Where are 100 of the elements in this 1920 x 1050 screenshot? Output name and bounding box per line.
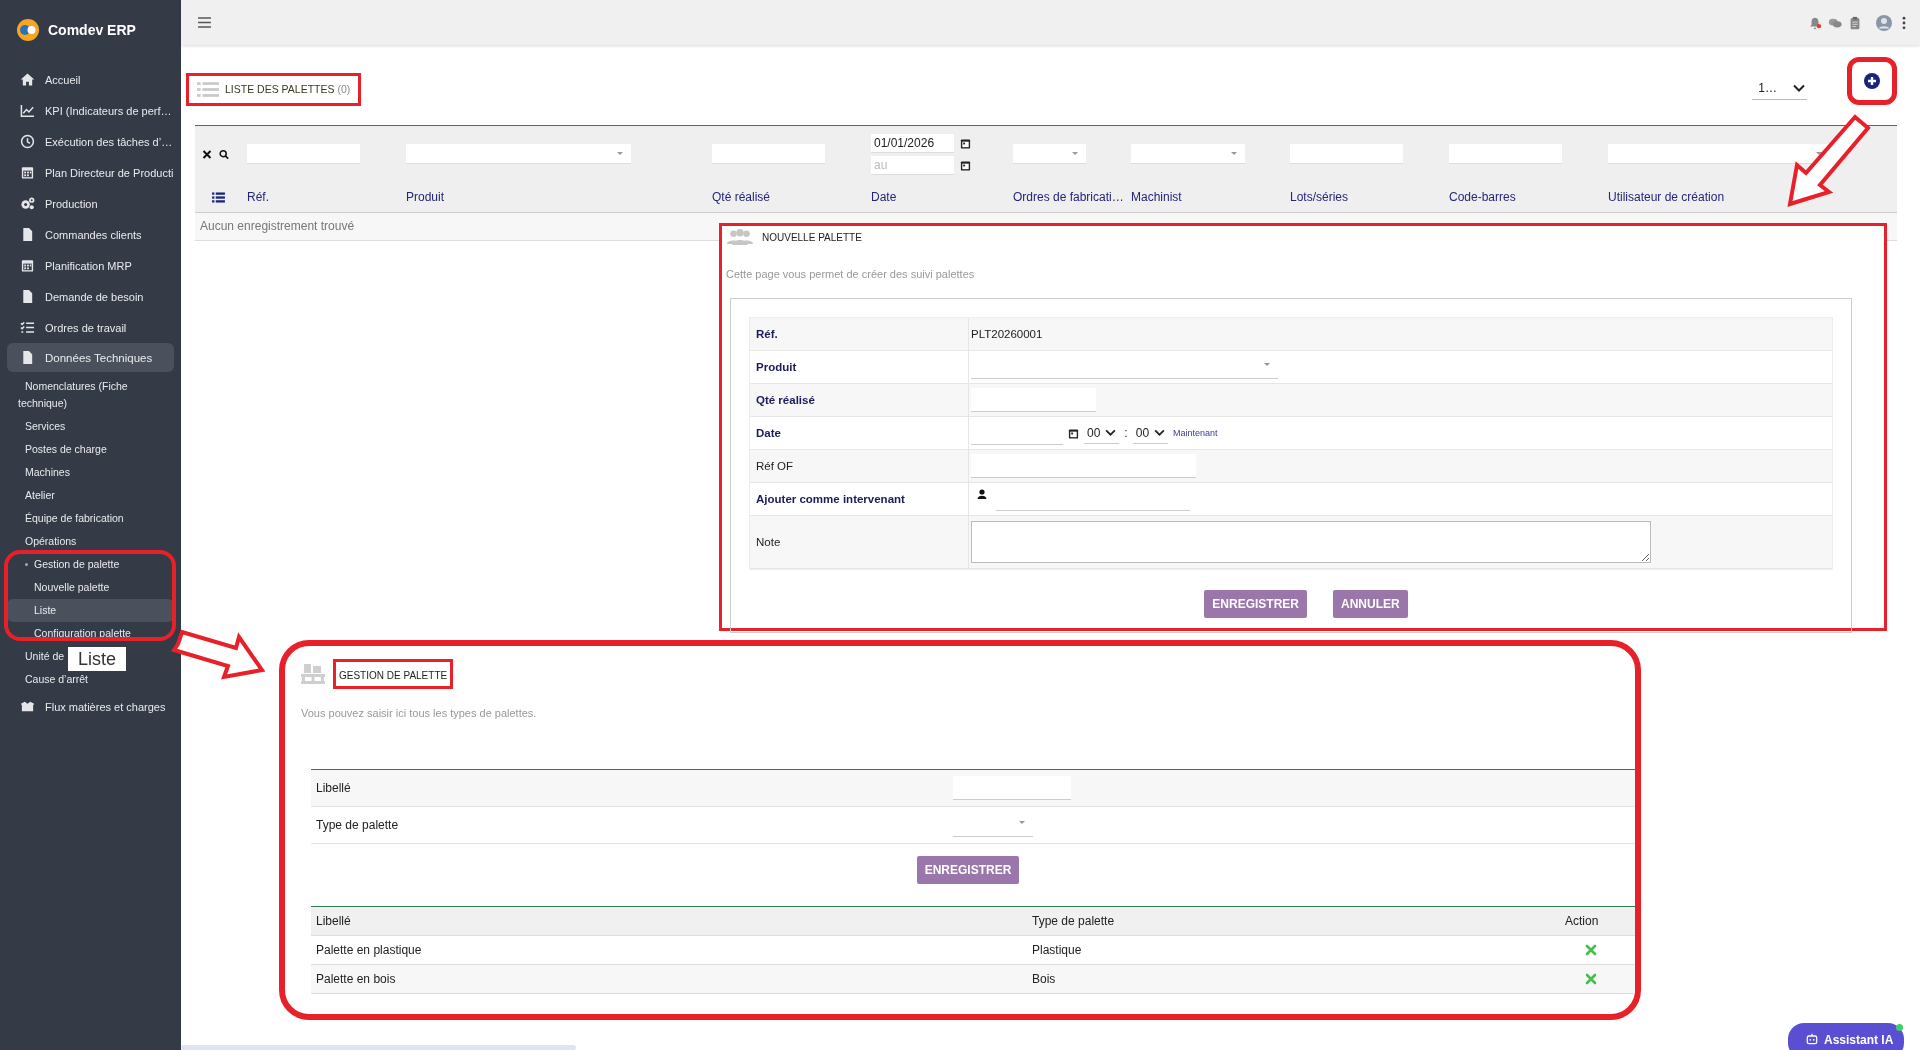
sidebar-item[interactable]: Postes de charge	[0, 438, 107, 461]
sidebar-item[interactable]: Demande de besoin	[0, 281, 174, 312]
sidebar-item[interactable]: Production	[0, 188, 174, 219]
filter-field[interactable]	[247, 144, 360, 164]
hour-select[interactable]: 00	[1084, 422, 1120, 444]
chevron-icon	[1154, 429, 1166, 436]
more-icon[interactable]	[1902, 15, 1906, 30]
calendar-icon[interactable]	[960, 137, 971, 149]
filter-field[interactable]	[1290, 144, 1403, 164]
field-label: Ajouter comme intervenant	[750, 483, 969, 516]
document-icon	[20, 350, 35, 365]
sidebar-item[interactable]: Accueil	[0, 64, 174, 95]
panel-title: GESTION DE PALETTE	[339, 670, 448, 681]
filter-field[interactable]	[712, 144, 825, 164]
note-field[interactable]	[971, 521, 1651, 563]
column-header[interactable]: Code-barres	[1449, 190, 1608, 204]
input-field[interactable]	[953, 776, 1071, 800]
field-label: Type de palette	[316, 818, 400, 832]
calendar-icon[interactable]	[1068, 427, 1079, 439]
column-header[interactable]: Ordres de fabricati…	[1013, 190, 1131, 204]
save-button[interactable]: ENREGISTRER	[916, 856, 1020, 884]
date-from-field[interactable]: 01/01/2026	[871, 133, 954, 153]
field-label: Réf OF	[750, 450, 969, 483]
document-icon	[20, 227, 35, 242]
minute-select[interactable]: 00	[1132, 422, 1169, 444]
date-to-field[interactable]: au	[871, 155, 954, 175]
field-label: Note	[750, 516, 969, 569]
list-icon	[197, 80, 219, 98]
users-icon	[726, 229, 754, 246]
sidebar-item[interactable]: Services	[0, 415, 66, 438]
app-name: Comdev ERP	[48, 22, 136, 38]
clear-icon[interactable]	[202, 148, 212, 160]
column-header[interactable]: Réf.	[247, 190, 406, 204]
field-label: Date	[750, 417, 969, 450]
sidebar-item[interactable]: Planification MRP	[0, 250, 174, 281]
sidebar-item[interactable]: Données Techniques	[7, 343, 174, 372]
column-header[interactable]: Machinist	[1131, 190, 1290, 204]
calendar-icon	[20, 165, 35, 180]
column-header[interactable]: Produit	[406, 190, 712, 204]
field-label: Qté réalisé	[750, 384, 969, 417]
clipboard-icon[interactable]	[1848, 15, 1862, 30]
search-icon[interactable]	[219, 148, 229, 160]
table-cell-text: Bois	[1032, 972, 1057, 986]
page-size-select[interactable]: 1…	[1752, 78, 1807, 100]
sidebar-item[interactable]: Plan Directeur de Producti	[0, 157, 174, 188]
column-header: Action	[1565, 914, 1600, 928]
input-field[interactable]	[971, 454, 1196, 478]
filter-field[interactable]	[1449, 144, 1562, 164]
input-field[interactable]	[971, 388, 1096, 412]
sidebar-item[interactable]: Liste	[7, 599, 174, 622]
logo-icon	[16, 18, 40, 42]
sidebar-item[interactable]: Opérations	[0, 530, 77, 553]
time-separator: :	[1124, 426, 1128, 440]
sidebar-item[interactable]: Nouvelle palette	[0, 576, 110, 599]
sidebar-item[interactable]: KPI (Indicateurs de perf…	[0, 95, 174, 126]
sidebar-item[interactable]: Machines	[0, 461, 70, 484]
save-button[interactable]: ENREGISTRER	[1204, 590, 1307, 618]
chevron-icon	[1105, 429, 1117, 436]
bell-icon[interactable]	[1808, 15, 1822, 30]
sidebar-item[interactable]: Exécution des tâches d’…	[0, 126, 174, 157]
calendar-icon[interactable]	[960, 159, 971, 171]
sidebar-item[interactable]: Ordres de travail	[0, 312, 174, 343]
tooltip: Liste	[68, 647, 126, 671]
calendar-icon	[20, 258, 35, 273]
chevron-icon	[1793, 83, 1805, 92]
now-link[interactable]: Maintenant	[1173, 428, 1218, 438]
sidebar-item[interactable]: Cause d’arrêt	[0, 668, 89, 691]
column-list-icon[interactable]	[212, 191, 225, 203]
column-header[interactable]: Lots/séries	[1290, 190, 1449, 204]
assistant-button[interactable]: Assistant IA	[1788, 1023, 1904, 1050]
panel-description: Vous pouvez saisir ici tous les types de palettes.	[301, 707, 538, 719]
field-value: PLT20260001	[971, 328, 1043, 340]
sidebar-item[interactable]: Commandes clients	[0, 219, 174, 250]
table-cell-text: Palette en bois	[316, 972, 397, 986]
column-header[interactable]: Qté réalisé	[712, 190, 871, 204]
clock-icon	[20, 134, 35, 149]
column-header[interactable]: Utilisateur de création	[1608, 190, 1897, 204]
sidebar-item[interactable]: Configuration palette	[0, 622, 131, 645]
document-icon	[20, 289, 35, 304]
menu-icon[interactable]	[198, 17, 211, 28]
avatar-icon[interactable]	[1876, 14, 1892, 31]
gears-icon	[20, 196, 35, 211]
filter-select[interactable]	[1608, 144, 1830, 164]
home-icon	[20, 72, 35, 87]
sidebar-item[interactable]: Unité de	[0, 645, 65, 668]
cancel-button[interactable]: ANNULER	[1333, 590, 1408, 618]
column-header[interactable]: Date	[871, 190, 1013, 204]
sidebar-item[interactable]: Gestion de palette	[0, 553, 120, 576]
dropdown-caret-icon	[1072, 152, 1078, 155]
dropdown-caret-icon	[1019, 821, 1025, 824]
sidebar-item[interactable]: Nomenclatures (Fiche technique)	[0, 375, 181, 415]
sidebar-item[interactable]: Flux matières et charges	[0, 691, 174, 722]
chart-icon	[20, 103, 35, 118]
page-title: LISTE DES PALETTES	[225, 83, 335, 95]
field-label: Réf.	[750, 318, 969, 351]
dropdown-caret-icon	[1264, 363, 1270, 366]
sidebar-item[interactable]: Atelier	[0, 484, 55, 507]
add-icon[interactable]	[1864, 73, 1880, 89]
panel-description: Cette page vous permet de créer des suivi palettes	[726, 268, 976, 280]
sidebar-item[interactable]: Équipe de fabrication	[0, 507, 124, 530]
